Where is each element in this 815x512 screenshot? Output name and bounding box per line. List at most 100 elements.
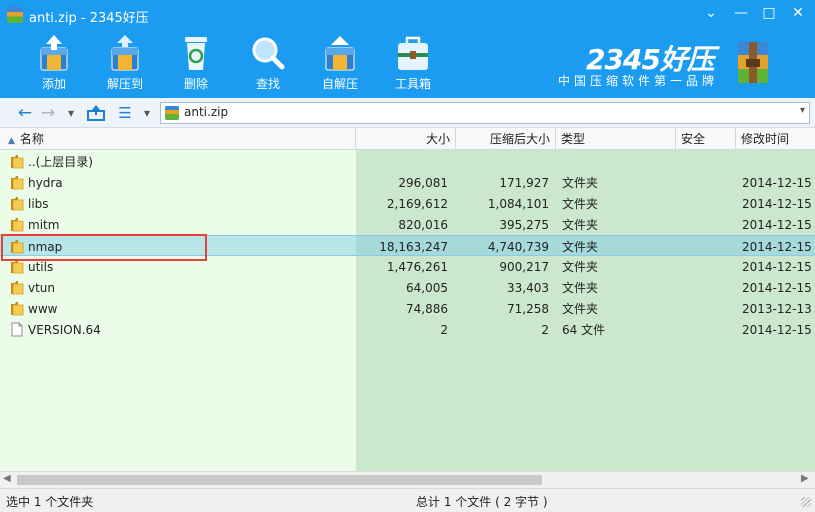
cell-type: 文件夹 [562,240,599,254]
brand-area: 2345好压 中国压缩软件第一品牌 [540,36,815,94]
resize-grip-icon[interactable] [801,497,811,507]
toolbox-button[interactable]: 工具箱 [382,32,444,96]
navigation-bar: ← → ▾ ☰ ▾ anti.zip ▾ [0,98,815,128]
cell-size: 18,163,247 [379,240,448,254]
cell-security [682,217,732,233]
cell-modified: 2013-12-13 0 [742,302,815,316]
address-dropdown-icon[interactable]: ▾ [800,105,805,116]
minimize-button[interactable]: — [728,3,754,23]
cell-size [356,154,448,170]
add-label: 添加 [41,77,66,91]
delete-button[interactable]: 删除 [165,32,227,96]
cell-type: 文件夹 [562,302,599,316]
total-status: 总计 1 个文件 ( 2 字节 ) [416,495,548,509]
address-bar[interactable]: anti.zip ▾ [160,102,810,124]
column-header-name[interactable]: ▲ 名称 [0,128,356,150]
cell-security [682,196,732,212]
cell-type: 文件夹 [562,197,599,211]
cell-size: 2,169,612 [386,197,448,211]
cell-security [682,322,732,338]
folder-icon [11,260,24,274]
cell-name: utils [28,260,54,274]
folder-icon [11,197,24,211]
zip-file-icon [165,106,179,120]
history-dropdown-icon[interactable]: ▾ [64,102,78,124]
cell-modified: 2014-12-15 2 [742,197,815,211]
cell-modified: 2014-12-15 2 [742,281,815,295]
cell-name: VERSION.64 [28,323,101,337]
horizontal-scrollbar[interactable]: ◀ ▶ [0,471,815,488]
scroll-left-icon[interactable]: ◀ [3,473,11,484]
self-extract-label: 自解压 [321,77,358,91]
parent-folder-button[interactable] [84,102,108,124]
column-header-size[interactable]: 大小 [356,128,456,150]
cell-name: hydra [28,176,63,190]
column-header-row: ▲ 名称 大小 压缩后大小 类型 安全 修改时间 [0,128,815,150]
address-path: anti.zip [184,105,229,119]
cell-name: www [28,302,58,316]
file-row[interactable]: vtun 64,005 33,403 文件夹 2014-12-15 2 [0,277,815,298]
scroll-right-icon[interactable]: ▶ [801,473,809,484]
cell-security [682,175,732,191]
cell-modified: 2014-12-15 2 [742,260,815,274]
list-view-icon[interactable]: ☰ [114,102,136,124]
cell-size: 64,005 [406,281,448,295]
folder-icon [11,176,24,190]
brand-logo-icon [738,42,768,83]
file-row[interactable]: VERSION.64 2 2 64 文件 2014-12-15 2 [0,319,815,340]
cell-packed: 33,403 [507,281,549,295]
file-row[interactable]: libs 2,169,612 1,084,101 文件夹 2014-12-15 2 [0,193,815,214]
brand-slogan: 中国压缩软件第一品牌 [558,74,719,88]
cell-size: 296,081 [398,176,448,190]
cell-type: 文件夹 [562,176,599,190]
add-archive-icon [40,35,68,71]
back-arrow-icon[interactable]: ← [14,102,36,124]
close-button[interactable]: ✕ [785,3,811,23]
column-header-packed-size[interactable]: 压缩后大小 [456,128,556,150]
sort-up-icon: ▲ [8,136,15,146]
cell-packed: 4,740,739 [487,240,549,254]
file-row[interactable]: ..(上层目录) [0,151,815,172]
extract-to-button[interactable]: 解压到 [94,32,156,96]
cell-type: 文件夹 [562,281,599,295]
cell-security [682,259,732,275]
cell-packed: 395,275 [499,218,549,232]
column-header-modified[interactable]: 修改时间 [736,128,815,150]
file-icon [11,322,23,337]
extract-to-label: 解压到 [106,77,143,91]
highlight-annotation-box [1,234,207,261]
cell-modified: 2014-12-15 2 [742,240,815,254]
self-extract-button[interactable]: 自解压 [309,32,371,96]
cell-type: 文件夹 [562,260,599,274]
forward-arrow-icon[interactable]: → [38,102,58,124]
folder-icon [11,302,24,316]
file-list: ▲ 名称 大小 压缩后大小 类型 安全 修改时间 ..(上层目录) hydra 296… [0,128,815,471]
cell-size: 820,016 [398,218,448,232]
scrollbar-thumb[interactable] [17,475,542,485]
column-header-security[interactable]: 安全 [676,128,736,150]
cell-size: 74,886 [406,302,448,316]
view-dropdown-icon[interactable]: ▾ [140,102,154,124]
toolbox-icon [398,36,428,70]
cell-modified: 2014-12-15 2 [742,218,815,232]
file-row[interactable]: www 74,886 71,258 文件夹 2013-12-13 0 [0,298,815,319]
cell-type: 64 文件 [562,323,606,337]
column-header-type[interactable]: 类型 [556,128,676,150]
archive-app-icon [7,7,23,23]
up-folder-icon [87,105,105,121]
file-row[interactable]: hydra 296,081 171,927 文件夹 2014-12-15 2 [0,172,815,193]
extract-to-icon [111,35,139,71]
cell-security [682,154,732,170]
cell-security [682,239,732,255]
cell-name: ..(上层目录) [28,155,93,169]
title-bar[interactable]: anti.zip - 2345好压 ⌄ — □ ✕ [0,0,815,30]
cell-name: vtun [28,281,56,295]
maximize-button[interactable]: □ [756,3,782,23]
self-extract-icon [325,36,355,71]
find-button[interactable]: 查找 [237,32,299,96]
add-button[interactable]: 添加 [23,32,85,96]
find-label: 查找 [255,77,280,91]
window-menu-button[interactable]: ⌄ [698,3,724,23]
file-row[interactable]: mitm 820,016 395,275 文件夹 2014-12-15 2 [0,214,815,235]
cell-packed: 171,927 [499,176,549,190]
